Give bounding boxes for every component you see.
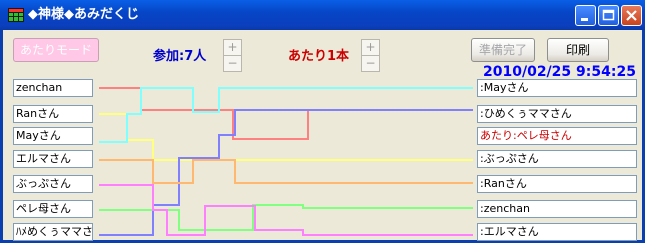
participants-count-label: 参加:7人 (153, 49, 207, 64)
result-field: :Mayさん (477, 79, 637, 97)
result-field: あたり:ペレ母さん (477, 127, 637, 145)
participant-name-field[interactable]: Mayさん (13, 127, 93, 145)
client-area: あたりモード 参加:7人 + − あたり1本 + − 準備完了 印刷 2010/… (3, 30, 642, 241)
winners-minus-button[interactable]: − (361, 55, 380, 72)
participant-name-field[interactable]: ﾊﾒめくぅママさん (13, 223, 93, 241)
app-window: ◆神様◆あみだくじ あたりモード 参加:7人 + − あたり1本 + − 準備完… (0, 0, 645, 243)
amida-lane-path (99, 87, 473, 143)
participant-name-field[interactable]: ぶっぷさん (13, 175, 93, 193)
close-button[interactable] (621, 5, 642, 26)
maximize-icon (602, 9, 615, 21)
title-bar[interactable]: ◆神様◆あみだくじ (0, 0, 645, 30)
amida-lane-path (99, 184, 473, 236)
winners-count-label: あたり1本 (288, 49, 350, 64)
participant-name-field[interactable]: Ranさん (13, 105, 93, 123)
amida-lane-path (99, 87, 473, 140)
maximize-button[interactable] (598, 5, 619, 26)
minimize-icon (581, 18, 588, 21)
result-field: :zenchan (477, 200, 637, 218)
window-title: ◆神様◆あみだくじ (28, 7, 139, 22)
print-button[interactable]: 印刷 (547, 38, 609, 62)
participants-minus-button[interactable]: − (223, 55, 242, 72)
ready-button[interactable]: 準備完了 (471, 38, 535, 62)
result-field: :ぶっぷさん (477, 150, 637, 168)
grid-app-icon (8, 8, 24, 22)
participant-name-field[interactable]: ペレ母さん (13, 200, 93, 218)
amida-lane-path (99, 159, 473, 184)
datetime-display: 2010/02/25 9:54:25 (483, 64, 636, 80)
amida-lane-path (99, 113, 473, 161)
result-field: :ひめくぅママさん (477, 105, 637, 123)
participant-name-field[interactable]: zenchan (13, 79, 93, 97)
amida-lane-path (99, 109, 473, 236)
amida-lane-path (99, 204, 473, 231)
result-field: :Ranさん (477, 175, 637, 193)
result-field: :エルマさん (477, 223, 637, 241)
hit-mode-button[interactable]: あたりモード (13, 38, 99, 62)
minimize-button[interactable] (575, 5, 596, 26)
close-icon (626, 10, 637, 21)
winners-plus-button[interactable]: + (361, 39, 380, 56)
participants-plus-button[interactable]: + (223, 39, 242, 56)
participant-name-field[interactable]: エルマさん (13, 150, 93, 168)
